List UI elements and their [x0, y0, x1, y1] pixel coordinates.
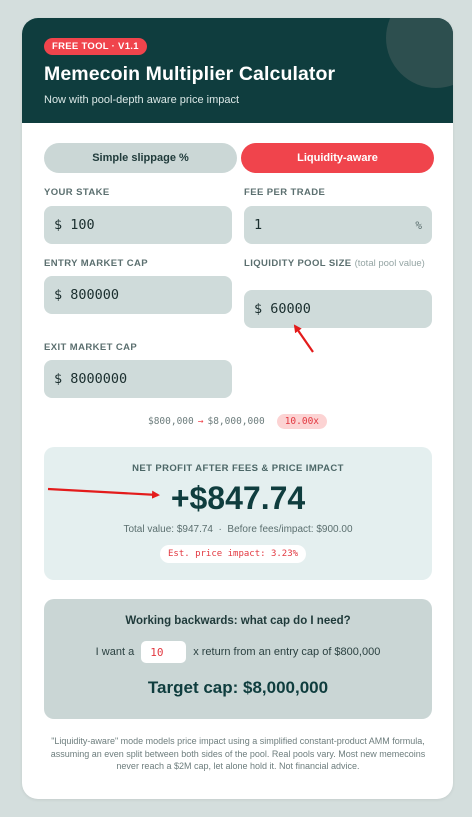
- pool-size-value: 60000: [270, 301, 311, 317]
- cap-range-summary: $800,000 → $8,000,000 10.00x: [22, 414, 453, 429]
- stake-value: 100: [70, 217, 95, 233]
- entry-cap-input[interactable]: $ 800000: [44, 276, 232, 314]
- range-to: $8,000,000: [207, 416, 265, 427]
- page-title: Memecoin Multiplier Calculator: [44, 63, 336, 85]
- header: FREE TOOL · V1.1 Memecoin Multiplier Cal…: [22, 18, 453, 123]
- target-cap-value: Target cap: $8,000,000: [147, 678, 329, 697]
- fee-value: 1: [254, 217, 263, 233]
- pool-size-label-text: LIQUIDITY POOL SIZE: [244, 258, 352, 269]
- pool-size-input[interactable]: $ 60000: [244, 290, 432, 328]
- exit-cap-value: 8000000: [70, 371, 128, 387]
- net-profit-value: +$847.74: [170, 480, 306, 516]
- result-breakdown: Total value: $947.74 · Before fees/impac…: [123, 524, 353, 535]
- disclaimer-text: "Liquidity-aware" mode models price impa…: [50, 736, 426, 771]
- range-from: $800,000: [147, 416, 194, 427]
- stake-label: YOUR STAKE: [44, 187, 110, 198]
- pool-size-label-aux: (total pool value): [354, 258, 425, 269]
- decorative-circle: [386, 18, 453, 88]
- backwards-suffix: x return from an entry cap of $800,000: [193, 646, 381, 658]
- exit-cap-input[interactable]: $ 8000000: [44, 360, 232, 398]
- result-label: NET PROFIT AFTER FEES & PRICE IMPACT: [132, 463, 344, 474]
- exit-currency-prefix: $: [54, 371, 63, 387]
- backwards-title: Working backwards: what cap do I need?: [125, 615, 351, 627]
- pool-currency-prefix: $: [254, 301, 263, 317]
- calculator-card: FREE TOOL · V1.1 Memecoin Multiplier Cal…: [22, 18, 453, 799]
- price-impact-badge: Est. price impact: 3.23%: [160, 545, 307, 563]
- backwards-prefix: I want a: [95, 646, 135, 658]
- result-panel: NET PROFIT AFTER FEES & PRICE IMPACT +$8…: [44, 447, 432, 580]
- mode-liquidity-aware-button[interactable]: Liquidity-aware: [241, 143, 434, 173]
- pool-size-label: LIQUIDITY POOL SIZE (total pool value): [244, 258, 432, 270]
- entry-cap-label: ENTRY MARKET CAP: [44, 258, 149, 269]
- fee-input[interactable]: 1 %: [244, 206, 432, 244]
- multiplier-badge: 10.00x: [276, 414, 328, 429]
- exit-cap-label: EXIT MARKET CAP: [44, 342, 138, 353]
- backwards-panel: Working backwards: what cap do I need? I…: [44, 599, 432, 719]
- percent-unit: %: [415, 218, 422, 232]
- entry-cap-value: 800000: [70, 287, 120, 303]
- stake-input[interactable]: $ 100: [44, 206, 232, 244]
- version-badge: FREE TOOL · V1.1: [44, 38, 147, 55]
- fee-label: FEE PER TRADE: [244, 187, 326, 198]
- entry-currency-prefix: $: [54, 287, 63, 303]
- stake-currency-prefix: $: [54, 217, 63, 233]
- backwards-row: I want a 10 x return from an entry cap o…: [44, 641, 432, 663]
- target-multiple-input[interactable]: 10: [141, 641, 187, 663]
- page-subtitle: Now with pool-depth aware price impact: [44, 94, 240, 106]
- mode-simple-slippage-button[interactable]: Simple slippage %: [44, 143, 237, 173]
- range-arrow-icon: →: [197, 416, 204, 427]
